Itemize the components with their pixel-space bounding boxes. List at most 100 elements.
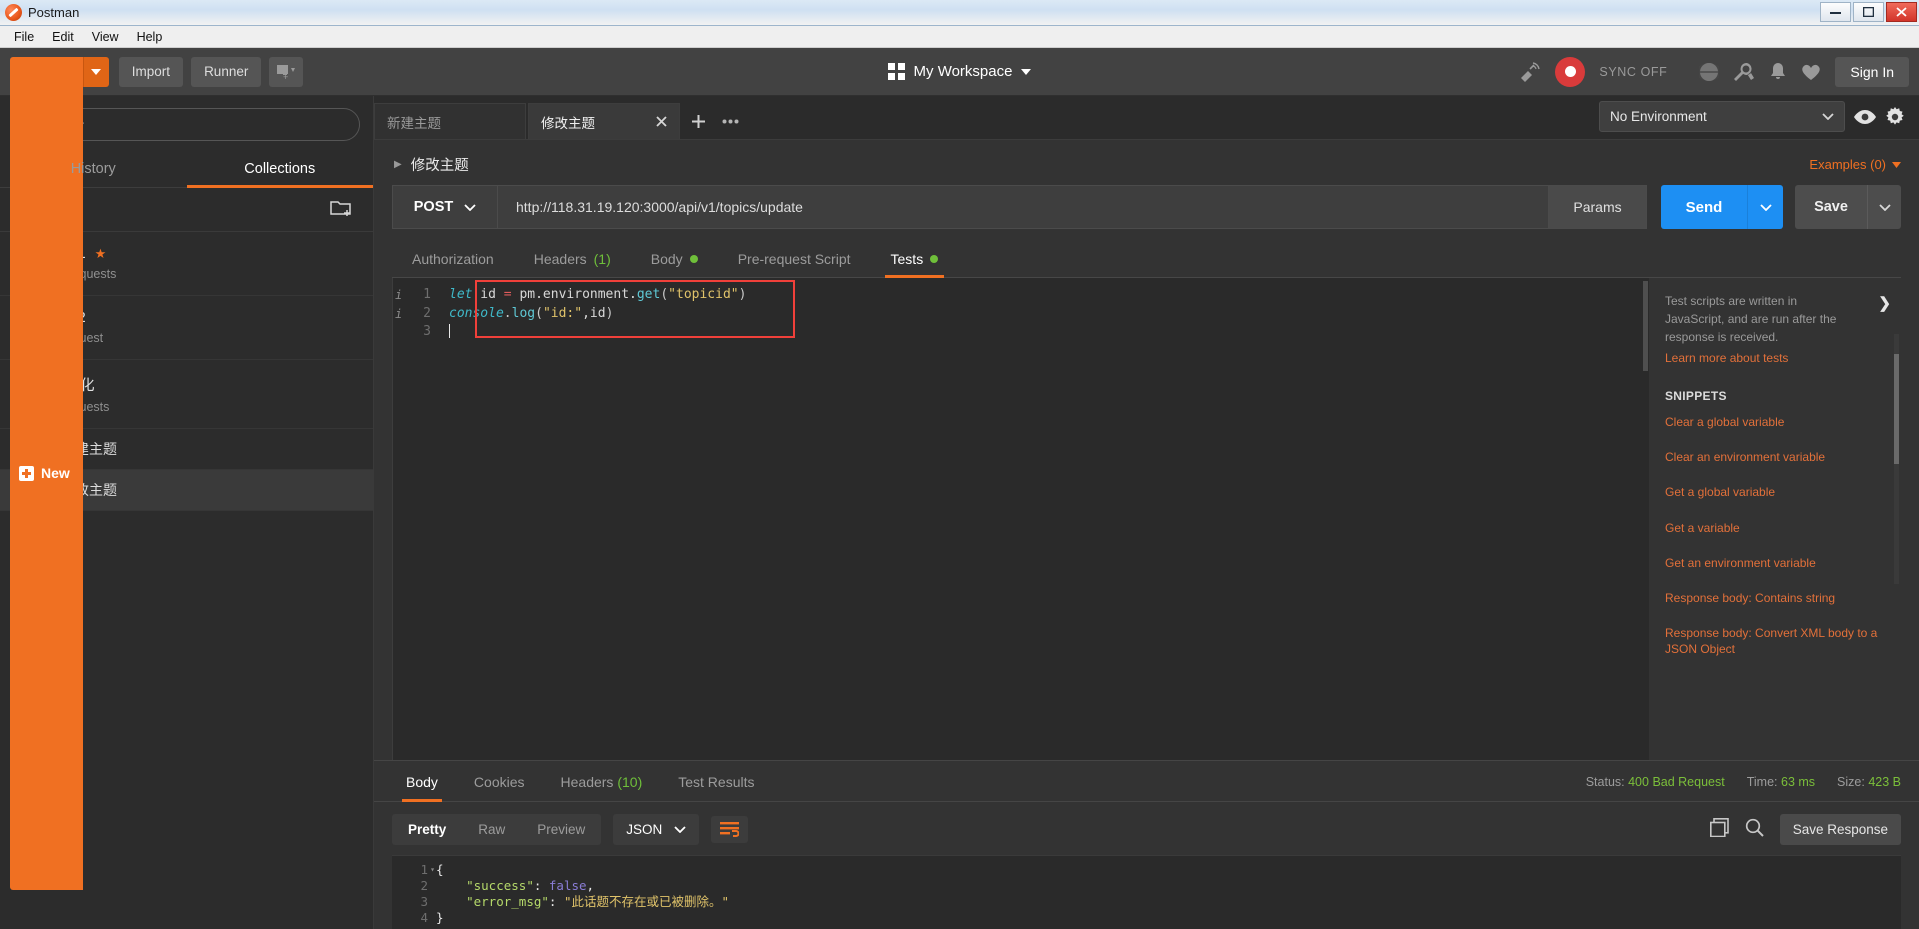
- satellite-icon[interactable]: [1519, 61, 1541, 82]
- bell-icon[interactable]: [1769, 62, 1787, 82]
- size-label: Size:: [1837, 775, 1865, 789]
- response-tab-body[interactable]: Body: [392, 761, 456, 802]
- method-select[interactable]: POST: [392, 185, 497, 229]
- view-mode-preview[interactable]: Preview: [521, 814, 601, 845]
- wrench-icon[interactable]: [1733, 62, 1755, 82]
- params-button[interactable]: Params: [1549, 185, 1647, 229]
- chevron-right-icon[interactable]: ❯: [1878, 294, 1891, 312]
- word-wrap-icon[interactable]: [711, 816, 749, 843]
- snippet-get-global-variable[interactable]: Get a global variable: [1665, 484, 1883, 500]
- menu-item-file[interactable]: File: [6, 28, 42, 46]
- breadcrumb-label: 修改主题: [410, 158, 469, 174]
- sidebar-tabs: History Collections: [0, 150, 373, 188]
- examples-link[interactable]: Examples (0): [1809, 157, 1901, 172]
- tab-pre-request-script[interactable]: Pre-request Script: [718, 239, 871, 277]
- import-button[interactable]: Import: [118, 56, 184, 87]
- snippet-clear-environment-variable[interactable]: Clear an environment variable: [1665, 449, 1883, 465]
- response-tab-cookies[interactable]: Cookies: [456, 761, 543, 801]
- response-view-mode-group: Pretty Raw Preview: [392, 814, 602, 845]
- add-tab-button[interactable]: [682, 103, 714, 139]
- response-toolbar: Pretty Raw Preview JSON Save Response: [374, 802, 1919, 855]
- window-controls: [1820, 2, 1917, 22]
- save-response-button[interactable]: Save Response: [1779, 814, 1901, 845]
- request-tab-strip: 新建主题 修改主题 No Environment: [374, 96, 1919, 140]
- chevron-down-icon: [1021, 68, 1032, 75]
- learn-more-link[interactable]: Learn more about tests: [1665, 351, 1883, 365]
- line-number: 4: [420, 910, 428, 925]
- plus-icon: [19, 465, 34, 481]
- sidebar-tab-collections[interactable]: Collections: [186, 150, 374, 188]
- tab-tests[interactable]: Tests: [871, 239, 959, 278]
- sidebar-tab-history[interactable]: History: [0, 150, 187, 187]
- test-script-editor[interactable]: i1 i2 3 let id = pm.environment.get("top…: [392, 278, 1649, 760]
- workspace-selector[interactable]: My Workspace: [887, 63, 1032, 80]
- send-options-button[interactable]: [1747, 185, 1783, 229]
- copy-icon[interactable]: [1709, 817, 1729, 842]
- tab-options-button[interactable]: [714, 103, 746, 139]
- new-button-group: New: [10, 56, 109, 890]
- breadcrumb[interactable]: ▶ 修改主题: [394, 154, 469, 175]
- snippet-get-environment-variable[interactable]: Get an environment variable: [1665, 555, 1883, 571]
- response-format-select[interactable]: JSON: [613, 814, 700, 845]
- postman-logo-icon: [5, 4, 22, 21]
- new-dropdown-button[interactable]: [82, 56, 109, 87]
- save-button-group: Save: [1795, 185, 1901, 229]
- snippet-get-variable[interactable]: Get a variable: [1665, 520, 1883, 536]
- minimize-button[interactable]: [1820, 2, 1851, 22]
- search-icon[interactable]: [1745, 818, 1764, 842]
- tab-headers[interactable]: Headers (1): [514, 239, 631, 277]
- snippet-response-body-contains-string[interactable]: Response body: Contains string: [1665, 590, 1883, 606]
- close-button[interactable]: [1886, 2, 1917, 22]
- view-mode-pretty[interactable]: Pretty: [392, 814, 462, 845]
- save-button[interactable]: Save: [1795, 185, 1867, 229]
- runner-button[interactable]: Runner: [191, 56, 262, 87]
- request-tab-new-topic[interactable]: 新建主题: [374, 103, 526, 139]
- tab-authorization[interactable]: Authorization: [392, 239, 514, 277]
- chevron-right-icon[interactable]: ▶: [394, 159, 402, 170]
- snippet-response-body-xml-to-json[interactable]: Response body: Convert XML body to a JSO…: [1665, 625, 1883, 657]
- line-number: 1: [420, 862, 428, 877]
- close-tab-icon[interactable]: [656, 114, 667, 130]
- response-meta: Status: 400 Bad Request Time: 63 ms Size…: [1586, 775, 1901, 801]
- new-folder-icon[interactable]: [330, 198, 353, 222]
- paren-close: ): [605, 305, 614, 321]
- code-line-2: console.log("id:",id): [449, 305, 1649, 324]
- response-toolbar-right: Save Response: [1709, 814, 1901, 845]
- url-input[interactable]: http://118.31.19.120:3000/api/v1/topics/…: [497, 185, 1549, 229]
- tab-body[interactable]: Body: [631, 239, 718, 277]
- heart-icon[interactable]: [1801, 63, 1821, 81]
- new-window-button[interactable]: +: [269, 56, 304, 87]
- fold-icon[interactable]: ▾: [430, 862, 435, 878]
- response-pane: Body Cookies Headers (10) Test Results S…: [374, 760, 1919, 929]
- send-button[interactable]: Send: [1661, 185, 1747, 229]
- view-mode-raw[interactable]: Raw: [462, 814, 521, 845]
- dot: .: [503, 305, 512, 321]
- menu-item-edit[interactable]: Edit: [44, 28, 82, 46]
- snippets-scrollbar[interactable]: [1894, 334, 1899, 584]
- request-tab-label: 新建主题: [387, 115, 441, 131]
- gear-icon[interactable]: [1885, 106, 1905, 127]
- environment-select[interactable]: No Environment: [1599, 101, 1845, 132]
- maximize-button[interactable]: [1853, 2, 1884, 22]
- editor-scrollbar[interactable]: [1643, 278, 1648, 760]
- response-tab-test-results[interactable]: Test Results: [660, 761, 772, 801]
- response-body-viewer[interactable]: ▾ 1 2 3 4 { "success": false, "error_msg"…: [392, 855, 1901, 929]
- sign-in-button[interactable]: Sign In: [1835, 56, 1909, 87]
- breadcrumb-row: ▶ 修改主题 Examples (0): [392, 140, 1901, 185]
- environment-bar: No Environment: [1585, 101, 1919, 139]
- json-value-error-msg: "此话题不存在或已被删除。": [563, 894, 730, 909]
- request-tab-update-topic[interactable]: 修改主题: [528, 103, 680, 139]
- menu-item-view[interactable]: View: [84, 28, 127, 46]
- star-icon[interactable]: ★: [95, 246, 107, 262]
- new-button-label: New: [41, 465, 70, 481]
- globe-icon[interactable]: [1699, 62, 1720, 82]
- chevron-down-icon: [1822, 113, 1834, 120]
- snippet-clear-global-variable[interactable]: Clear a global variable: [1665, 414, 1883, 430]
- eye-icon[interactable]: [1853, 109, 1877, 125]
- save-options-button[interactable]: [1867, 185, 1901, 229]
- sync-status-icon[interactable]: [1555, 56, 1586, 87]
- editor-code-area[interactable]: let id = pm.environment.get("topicid") c…: [439, 278, 1649, 760]
- menu-item-help[interactable]: Help: [129, 28, 171, 46]
- title-bar: Postman: [0, 0, 1919, 26]
- response-tab-headers[interactable]: Headers (10): [543, 761, 661, 801]
